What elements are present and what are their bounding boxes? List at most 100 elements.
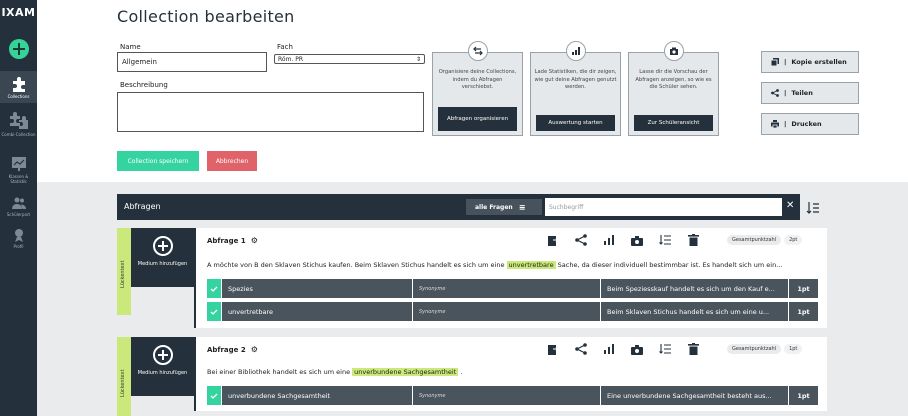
total-points: Gesamtpunktzahl 2pt [727, 233, 803, 246]
synonyms-cell: Synonyme [413, 386, 600, 405]
answer-row[interactable]: unvertretbare Synonyme Beim Sklaven Stic… [207, 302, 819, 321]
card-organize: Organisiere deine Collections, indem du … [432, 41, 523, 136]
save-collection-button[interactable]: Collection speichern [117, 151, 199, 171]
question-filter-button[interactable]: alle Fragen ≡ [466, 199, 542, 215]
trash-icon[interactable] [686, 233, 700, 247]
answer-cell: Spezies [222, 279, 412, 298]
gear-icon[interactable]: ⚙ [251, 236, 258, 245]
answer-points: 1pt [789, 302, 818, 321]
question-body: Abfrage 2 ⚙ Gesamtpunktzahl 1pt Bei eine… [194, 337, 827, 411]
points-value: 2pt [784, 234, 803, 245]
answer-cell: unverbundene Sachgesamtheit [222, 386, 412, 405]
sidebar-item-label: Combi-Collection [1, 132, 36, 137]
share-icon[interactable] [574, 233, 588, 247]
check-icon [207, 279, 221, 298]
clear-search-icon[interactable]: ✕ [786, 200, 794, 212]
search-input[interactable]: Suchbegriff [545, 198, 782, 216]
cancel-button[interactable]: Abbrechen [207, 151, 257, 171]
answer-points: 1pt [789, 279, 818, 298]
card-text: Organisiere deine Collections, indem du … [438, 69, 517, 90]
sidebar-item-label: Profil [13, 244, 24, 249]
menu-icon: ≡ [518, 202, 526, 212]
start-evaluation-button[interactable]: Auswertung starten [536, 115, 615, 131]
answer-points: 1pt [789, 386, 818, 405]
points-value: 1pt [784, 343, 803, 354]
fach-label: Fach [277, 43, 293, 51]
copy-icon [771, 58, 779, 66]
print-button-label: Drucken [791, 120, 822, 128]
share-button[interactable]: | Teilen [761, 82, 859, 104]
separator: | [784, 120, 787, 128]
question-title: Abfrage 1 ⚙ [207, 236, 258, 245]
question-card: Lückentext Medium hinzufügen Abfrage 1 ⚙… [117, 228, 827, 328]
questions-title: Abfragen [124, 202, 161, 211]
add-medium-label: Medium hinzufügen [137, 261, 188, 267]
copy-button-label: Kopie erstellen [791, 58, 847, 66]
answer-cell: unvertretbare [222, 302, 412, 321]
sidebar-item-label: Schülerport [6, 212, 31, 217]
trash-icon[interactable] [686, 342, 700, 356]
filter-label: alle Fragen [475, 203, 513, 211]
collection-edit-panel: Collection bearbeiten Name Allgemein Fac… [37, 0, 908, 182]
answer-row[interactable]: Spezies Synonyme Beim Speziesskauf hande… [207, 279, 819, 298]
card-preview: Lasse dir die Vorschau der Abfragen anze… [628, 41, 719, 136]
camera-icon[interactable] [630, 342, 644, 356]
gear-icon[interactable]: ⚙ [251, 345, 258, 354]
add-medium-label: Medium hinzufügen [137, 370, 188, 376]
add-collection-button[interactable] [8, 39, 29, 59]
move-icon[interactable] [546, 342, 560, 356]
explanation-cell: Eine unverbundene Sachgesamtheit besteht… [601, 386, 788, 405]
name-input[interactable]: Allgemein [117, 52, 267, 72]
bar-chart-icon[interactable] [602, 233, 616, 247]
sidebar-item-label: Klassen & Statistik [8, 174, 29, 184]
question-title: Abfrage 2 ⚙ [207, 345, 258, 354]
student-view-button[interactable]: Zur Schüleransicht [634, 115, 713, 131]
copy-button[interactable]: | Kopie erstellen [761, 51, 859, 73]
explanation-cell: Beim Sklaven Stichus handelt es sich um … [601, 302, 788, 321]
profile-icon [14, 229, 23, 242]
sidebar-item-collections[interactable]: Collections [0, 71, 37, 103]
sidebar-item-klassen[interactable]: Klassen & Statistik [0, 151, 37, 189]
print-button[interactable]: | Drucken [761, 113, 859, 135]
sidebar-item-schuelerport[interactable]: Schülerport [0, 191, 37, 221]
camera-icon[interactable] [630, 233, 644, 247]
sort-list-icon[interactable] [658, 342, 672, 356]
sidebar-item-profil[interactable]: Profil [0, 223, 37, 253]
question-body: Abfrage 1 ⚙ Gesamtpunktzahl 2pt A möchte… [194, 228, 827, 328]
add-medium-button[interactable]: Medium hinzufügen [131, 337, 194, 396]
share-icon[interactable] [574, 342, 588, 356]
add-medium-button[interactable]: Medium hinzufügen [131, 228, 194, 287]
gap-highlight: unverbundene Sachgesamtheit [352, 368, 459, 376]
bar-chart-icon [566, 41, 586, 61]
plus-circle-icon [153, 345, 173, 365]
description-textarea[interactable] [117, 92, 424, 132]
share-button-label: Teilen [791, 89, 813, 97]
answer-row[interactable]: unverbundene Sachgesamtheit Synonyme Ein… [207, 386, 819, 405]
question-text: A möchte von B den Sklaven Stichus kaufe… [207, 261, 783, 269]
plus-circle-icon [153, 236, 173, 256]
card-statistics: Lade Statistiken, die dir zeigen, wie gu… [530, 41, 621, 136]
sidebar-item-combi-collection[interactable]: Combi-Collection [0, 107, 37, 147]
app-logo: IXAM [1, 6, 36, 19]
sort-list-icon[interactable] [658, 233, 672, 247]
fach-select-value: Röm. PR [278, 55, 304, 63]
questions-header-bar: Abfragen alle Fragen ≡ Suchbegriff ✕ [117, 194, 800, 220]
sort-icon[interactable] [806, 201, 820, 215]
puzzle-group-icon [9, 112, 28, 129]
question-text: Bei einer Bibliothek handelt es sich um … [207, 368, 463, 376]
question-card: Lückentext Medium hinzufügen Abfrage 2 ⚙… [117, 337, 827, 416]
fach-select[interactable]: Röm. PR ⇕ [274, 54, 425, 64]
gap-highlight: unvertretbare [506, 261, 556, 269]
synonyms-cell: Synonyme [413, 279, 600, 298]
bar-chart-icon[interactable] [602, 342, 616, 356]
sidebar-item-label: Collections [7, 94, 30, 99]
organize-questions-button[interactable]: Abfragen organisieren [438, 107, 517, 131]
move-icon[interactable] [546, 233, 560, 247]
sidebar: IXAM Collections Combi-Collection Klasse… [0, 0, 37, 416]
check-icon [207, 386, 221, 405]
separator: | [784, 89, 787, 97]
share-icon [771, 89, 779, 97]
points-label: Gesamtpunktzahl [727, 343, 782, 354]
name-label: Name [120, 43, 141, 51]
check-icon [207, 302, 221, 321]
